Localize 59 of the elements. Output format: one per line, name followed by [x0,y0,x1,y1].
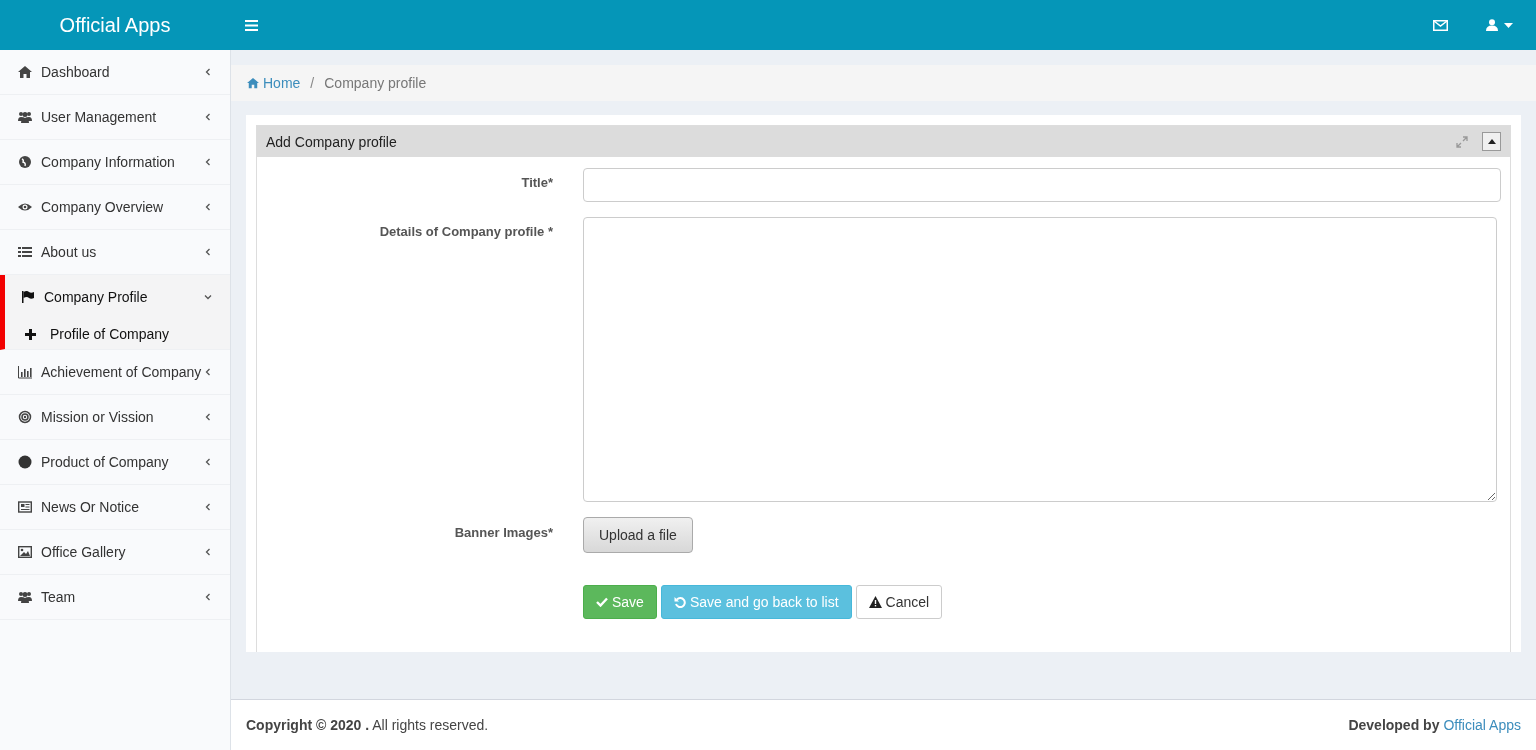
sidebar-item[interactable]: Office Gallery [0,530,230,575]
sidebar-item[interactable]: Achievement of Company [0,350,230,395]
home-icon [18,65,32,79]
chevron-left-icon [204,203,212,211]
title-input[interactable] [583,168,1501,202]
users-icon [18,110,32,124]
list-icon [18,245,32,259]
field-label: Banner Images* [453,524,553,542]
field-label: Details of Company profile * [378,223,553,241]
chevron-left-icon [204,503,212,511]
cancel-button[interactable]: Cancel [855,585,943,619]
breadcrumb-current: Company profile [324,75,427,91]
sidebar-item[interactable]: Team [0,575,230,620]
menu-icon[interactable] [245,19,258,31]
sidebar-item[interactable]: News Or Notice [0,485,230,530]
target-icon [18,410,32,424]
mail-icon[interactable] [1433,19,1448,31]
user-icon [1486,19,1498,31]
chevron-left-icon [204,368,212,376]
warning-icon [868,596,882,608]
bar-chart-icon [18,365,32,379]
newspaper-icon [18,500,32,514]
home-icon [247,77,259,89]
users-icon [18,590,32,604]
upload-button[interactable]: Upload a file [583,517,693,553]
sidebar-item[interactable]: Company Profile [0,275,230,319]
check-icon [596,597,608,607]
plus-icon [25,328,36,340]
chevron-left-icon [204,158,212,166]
developer-link[interactable]: Official Apps [1443,717,1521,733]
sidebar-item[interactable]: User Management [0,95,230,140]
caret-up-icon [1487,139,1496,144]
chevron-left-icon [204,68,212,76]
collapse-button[interactable] [1482,132,1501,151]
copyright-text: Copyright © 2020 . All rights reserved. [246,717,489,733]
breadcrumb-separator: / [310,75,315,91]
sidebar-item[interactable]: Mission or Vission [0,395,230,440]
field-label: Title* [520,174,553,192]
flag-icon [21,290,35,304]
image-icon [18,545,32,559]
developed-by-text: Developed by [1348,717,1440,733]
chevron-left-icon [204,458,212,466]
chevron-down-icon [204,293,212,301]
chevron-left-icon [204,548,212,556]
panel-title: Add Company profile [266,133,397,150]
chevron-left-icon [204,593,212,601]
globe-icon [18,155,32,169]
undo-icon [673,596,686,608]
sidebar-subitem[interactable]: Profile of Company [0,319,230,350]
caret-icon [1504,22,1513,28]
chevron-left-icon [204,113,212,121]
chevron-left-icon [204,248,212,256]
sidebar-item[interactable]: Company Information [0,140,230,185]
sidebar-item[interactable]: Product of Company [0,440,230,485]
sidebar-item[interactable]: Company Overview [0,185,230,230]
expand-icon[interactable] [1456,135,1468,148]
circle-icon [18,455,32,469]
chevron-left-icon [204,413,212,421]
sidebar-item[interactable]: Dashboard [0,50,230,95]
